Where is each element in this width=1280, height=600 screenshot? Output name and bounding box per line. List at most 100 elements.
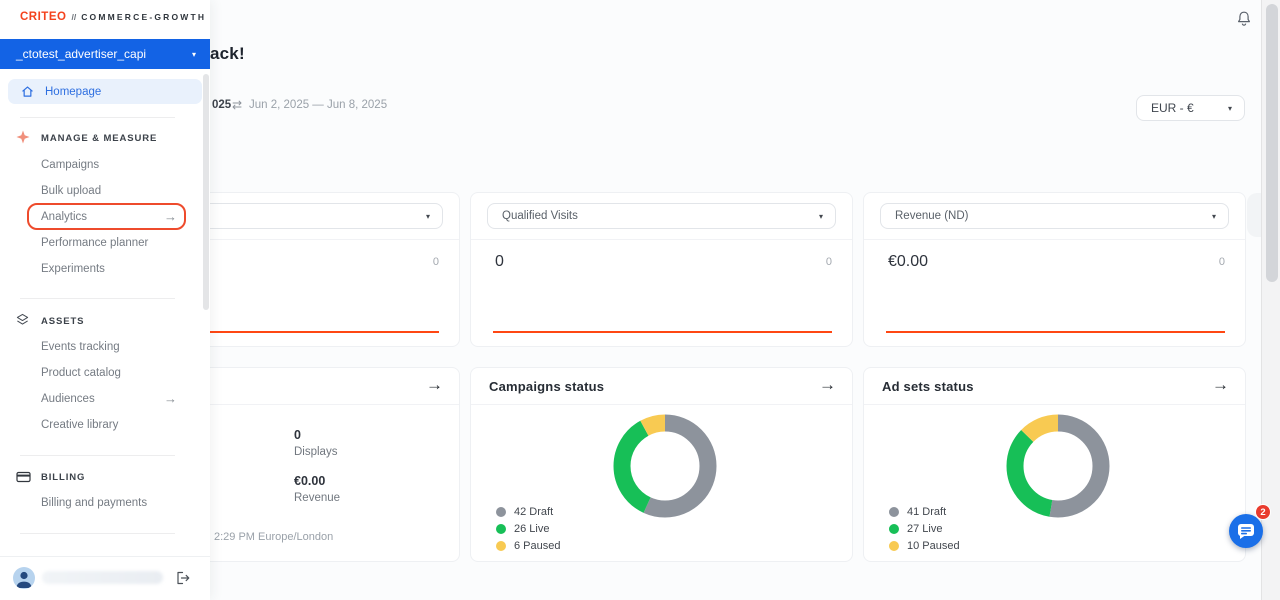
section-title-manage: MANAGE & MEASURE <box>41 133 157 144</box>
adsets-donut-chart <box>1003 411 1113 521</box>
criteo-logo: CRITEO // COMMERCE-GROWTH <box>20 11 206 23</box>
section-title-billing: BILLING <box>41 472 85 483</box>
last-update-timestamp: 2:29 PM Europe/London <box>214 531 333 543</box>
legend-label: 6 Paused <box>514 540 560 552</box>
divider <box>20 117 175 118</box>
arrow-right-icon: → <box>164 209 177 224</box>
chevron-down-icon: ▾ <box>426 212 430 221</box>
sidebar-item-analytics[interactable]: Analytics <box>41 211 87 223</box>
arrow-right-icon[interactable]: → <box>1212 375 1229 395</box>
legend-item: 42 Draft <box>496 506 553 518</box>
paused-dot-icon <box>496 541 506 551</box>
flatline-chart <box>493 331 832 333</box>
sidebar-item-product-catalog[interactable]: Product catalog <box>41 367 121 379</box>
chevron-down-icon: ▾ <box>1212 212 1216 221</box>
metric-axis-value: 0 <box>826 256 832 268</box>
metric-value: €0.00 <box>888 253 928 271</box>
sidebar-item-billing-payments[interactable]: Billing and payments <box>41 497 147 509</box>
draft-dot-icon <box>889 507 899 517</box>
legend-label: 42 Draft <box>514 506 553 518</box>
notifications-bell-icon[interactable] <box>1234 9 1254 29</box>
date-period-start: 025 <box>212 99 231 111</box>
divider <box>864 404 1245 405</box>
chevron-down-icon: ▾ <box>1228 104 1232 113</box>
legend-label: 41 Draft <box>907 506 946 518</box>
currency-select-value: EUR - € <box>1151 101 1194 115</box>
divider <box>471 404 852 405</box>
sidebar-item-campaigns[interactable]: Campaigns <box>41 159 99 171</box>
legend-label: 26 Live <box>514 523 549 535</box>
revenue-label: Revenue <box>294 492 340 504</box>
displays-value: 0 <box>294 428 301 442</box>
user-name-redacted <box>42 571 163 584</box>
page-scrollbar-thumb[interactable] <box>1266 4 1278 282</box>
live-dot-icon <box>889 524 899 534</box>
divider <box>20 298 175 299</box>
live-dot-icon <box>496 524 506 534</box>
metric-axis-value: 0 <box>433 256 439 268</box>
metric-card-3: Revenue (ND) ▾ €0.00 0 <box>863 192 1246 347</box>
criteo-wordmark: CRITEO <box>20 11 66 23</box>
legend-item: 10 Paused <box>889 540 960 552</box>
compare-arrows-icon: ⇄ <box>232 98 242 112</box>
divider <box>20 455 175 456</box>
sidebar-item-bulk-upload[interactable]: Bulk upload <box>41 185 101 197</box>
metric-card-2: Qualified Visits ▾ 0 0 <box>470 192 853 347</box>
metric-select[interactable]: Qualified Visits ▾ <box>487 203 836 229</box>
card-title: Ad sets status <box>882 379 974 394</box>
sidebar-item-events-tracking[interactable]: Events tracking <box>41 341 120 353</box>
metric-value: 0 <box>495 253 504 271</box>
metric-select-label: Qualified Visits <box>502 210 578 222</box>
legend-item: 41 Draft <box>889 506 946 518</box>
logo-separator: // <box>71 12 76 22</box>
legend-item: 6 Paused <box>496 540 560 552</box>
sidebar-item-performance-planner[interactable]: Performance planner <box>41 237 148 249</box>
campaigns-status-card: Campaigns status → 42 Draft 26 Live 6 Pa… <box>470 367 853 562</box>
chat-fab[interactable] <box>1229 514 1263 548</box>
advertiser-name: _ctotest_advertiser_capi <box>16 47 146 61</box>
date-period-compare: Jun 2, 2025 — Jun 8, 2025 <box>249 99 387 111</box>
avatar <box>13 567 35 589</box>
credit-card-icon <box>16 470 31 488</box>
home-icon <box>21 85 34 98</box>
adsets-status-card: Ad sets status → 41 Draft 27 Live 10 Pau… <box>863 367 1246 562</box>
sidebar-item-homepage[interactable]: Homepage <box>8 79 202 104</box>
legend-label: 10 Paused <box>907 540 960 552</box>
divider <box>471 239 852 240</box>
campaigns-donut-chart <box>610 411 720 521</box>
chat-unread-badge: 2 <box>1255 504 1271 520</box>
sidebar: CRITEO // COMMERCE-GROWTH _ctotest_adver… <box>0 0 210 600</box>
revenue-value: €0.00 <box>294 474 325 488</box>
sidebar-item-creative-library[interactable]: Creative library <box>41 419 118 431</box>
sparkle-icon <box>16 130 30 149</box>
welcome-heading: ack! <box>210 44 245 64</box>
arrow-right-icon[interactable]: → <box>426 375 443 395</box>
dashboard-screen: ack! 025 ⇄ Jun 2, 2025 — Jun 8, 2025 EUR… <box>0 0 1280 600</box>
currency-select[interactable]: EUR - € ▾ <box>1136 95 1245 121</box>
chevron-down-icon: ▾ <box>819 212 823 221</box>
legend-item: 26 Live <box>496 523 549 535</box>
chat-bubble-icon <box>1229 514 1263 548</box>
arrow-right-icon: → <box>164 391 177 406</box>
metric-select[interactable]: Revenue (ND) ▾ <box>880 203 1229 229</box>
draft-dot-icon <box>496 507 506 517</box>
section-title-assets: ASSETS <box>41 316 84 327</box>
card-title: Campaigns status <box>489 379 604 394</box>
displays-label: Displays <box>294 446 337 458</box>
advertiser-selector[interactable]: _ctotest_advertiser_capi ▾ <box>0 39 210 69</box>
legend-label: 27 Live <box>907 523 942 535</box>
sidebar-scrollbar-thumb[interactable] <box>203 74 209 310</box>
logout-icon[interactable] <box>176 571 190 585</box>
layers-icon <box>16 313 29 331</box>
sidebar-item-label: Homepage <box>45 86 101 98</box>
divider <box>20 533 175 534</box>
paused-dot-icon <box>889 541 899 551</box>
chevron-down-icon: ▾ <box>192 50 196 59</box>
arrow-right-icon[interactable]: → <box>819 375 836 395</box>
sidebar-item-experiments[interactable]: Experiments <box>41 263 105 275</box>
product-wordmark: COMMERCE-GROWTH <box>81 12 206 22</box>
metric-select-label: Revenue (ND) <box>895 210 969 222</box>
sidebar-item-audiences[interactable]: Audiences <box>41 393 95 405</box>
legend-item: 27 Live <box>889 523 942 535</box>
metric-axis-value: 0 <box>1219 256 1225 268</box>
